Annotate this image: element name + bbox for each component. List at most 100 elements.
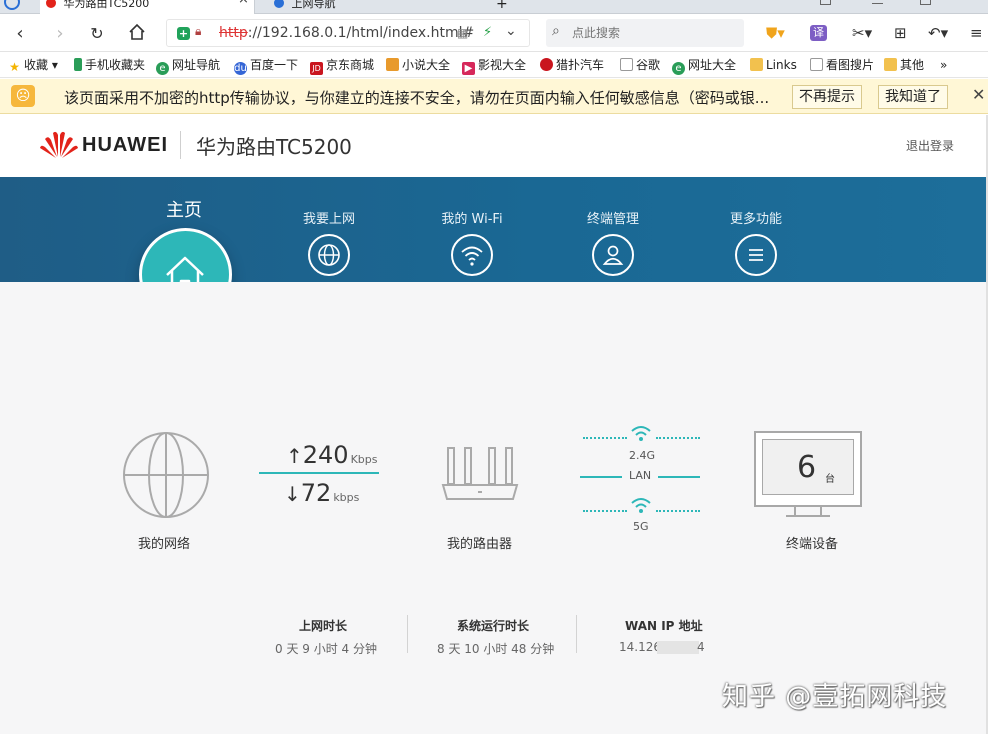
online-time-title: 上网时长 <box>299 619 348 633</box>
wifi-icon <box>451 234 493 276</box>
stats-divider <box>576 615 577 653</box>
jd-icon: JD <box>310 62 323 75</box>
bookmark-item[interactable]: Links <box>750 57 797 73</box>
speed-mode-icon[interactable]: ⚡ <box>483 25 492 40</box>
speed-divider <box>259 472 379 474</box>
menu-icon[interactable]: ≡ <box>970 24 983 42</box>
folder-icon <box>884 58 897 71</box>
upload-arrow-icon: ↑ <box>286 444 303 468</box>
bookmark-item[interactable]: e 网址大全 <box>672 57 736 75</box>
router-device-icon[interactable] <box>441 445 519 501</box>
url-text[interactable]: http://192.168.0.1/html/index.html# <box>219 25 474 41</box>
nav-favicon-icon <box>274 0 284 8</box>
bookmark-item[interactable]: e 网址导航 <box>156 57 220 75</box>
address-toolbar: ‹ › ↻ + 🔒︎ http://192.168.0.1/html/index… <box>0 14 988 52</box>
minimize-window-icon[interactable] <box>872 3 883 4</box>
close-icon[interactable]: ✕ <box>972 85 985 104</box>
brand-name: HUAWEI <box>82 134 168 156</box>
warning-face-icon: ☹ <box>11 85 35 107</box>
lan-link-right <box>658 476 700 478</box>
insecure-lock-icon: 🔒︎ <box>195 24 202 38</box>
bookmark-item[interactable]: 手机收藏夹 <box>74 57 145 73</box>
car-icon <box>540 58 553 71</box>
home-button[interactable] <box>126 23 148 45</box>
qr-code-icon[interactable]: ▦ <box>457 26 468 40</box>
restore-window-icon[interactable] <box>820 0 831 5</box>
url-dropdown-icon[interactable]: ⌄ <box>505 23 517 39</box>
undo-icon[interactable]: ↶▾ <box>928 24 948 42</box>
bookmark-item[interactable]: du 百度一下 <box>234 57 298 75</box>
upload-speed: ↑240 Kbps <box>286 441 378 469</box>
wifi-5g-icon <box>631 498 651 513</box>
stats-divider <box>407 615 408 653</box>
browser-window: 华为路由TC5200 × 上网导航 + ‹ › ↻ + 🔒︎ http://19… <box>0 0 988 734</box>
nav-devices[interactable]: 终端管理 <box>563 208 663 276</box>
nav-home-label: 主页 <box>166 200 202 221</box>
device-count-unit: 台 <box>825 474 835 485</box>
bookmark-item[interactable]: ▶ 影视大全 <box>462 57 526 75</box>
apps-grid-icon[interactable]: ⊞ <box>894 24 907 42</box>
monitor-screen: 6 台 <box>762 439 854 495</box>
my-router-label: 我的路由器 <box>447 537 513 552</box>
download-arrow-icon: ↓ <box>284 482 301 506</box>
forward-button[interactable]: › <box>49 23 71 45</box>
bookmark-favorites[interactable]: ★ 收藏 ▾ <box>8 57 58 74</box>
dont-show-again-button[interactable]: 不再提示 <box>792 85 862 109</box>
wifi-24g-icon <box>631 426 651 441</box>
page-icon <box>620 58 633 71</box>
header-divider <box>180 131 181 159</box>
huawei-favicon-icon <box>46 0 56 8</box>
got-it-button[interactable]: 我知道了 <box>878 85 948 109</box>
nav-wifi[interactable]: 我的 Wi-Fi <box>422 208 522 276</box>
security-extension-icon[interactable]: ⛊▾ <box>766 24 785 42</box>
bookmark-item[interactable]: 看图搜片 <box>810 57 874 73</box>
lan-label: LAN <box>629 469 652 482</box>
page-title: 华为路由TC5200 <box>196 135 352 159</box>
uptime-value: 8 天 10 小时 48 分钟 <box>437 642 555 656</box>
search-box: ⌕ <box>546 19 744 47</box>
tab-nav[interactable]: 上网导航 <box>268 0 488 14</box>
user-icon <box>592 234 634 276</box>
search-icon: ⌕ <box>552 23 560 39</box>
bookmark-item[interactable]: 猎扑汽车 <box>540 57 604 73</box>
device-count: 6 <box>797 450 817 485</box>
bookmarks-more-button[interactable]: » <box>940 57 947 73</box>
tab-router[interactable]: 华为路由TC5200 × <box>40 0 255 14</box>
logout-link[interactable]: 退出登录 <box>906 137 954 154</box>
wan-ip-title: WAN IP 地址 <box>625 619 703 633</box>
my-network-label: 我的网络 <box>138 537 191 552</box>
phone-icon <box>74 58 82 71</box>
nav-internet[interactable]: 我要上网 <box>279 208 379 276</box>
back-button[interactable]: ‹ <box>9 23 31 45</box>
globe-icon <box>308 234 350 276</box>
baidu-icon: du <box>234 62 247 75</box>
maximize-window-icon[interactable] <box>920 0 931 5</box>
wifi24-link-left <box>583 437 627 439</box>
url-bar[interactable]: + 🔒︎ http://192.168.0.1/html/index.html#… <box>166 19 530 47</box>
wifi24-link-right <box>656 437 700 439</box>
close-tab-icon[interactable]: × <box>238 0 249 6</box>
window-controls <box>820 0 988 14</box>
security-shield-icon: + <box>177 27 190 40</box>
globe-network-icon[interactable] <box>121 430 211 520</box>
screenshot-scissors-icon[interactable]: ✂▾ <box>852 24 872 42</box>
download-speed: ↓72 kbps <box>284 479 360 507</box>
bookmark-item[interactable]: JD 京东商城 <box>310 57 374 75</box>
wan-ip-value-start: 14.126 <box>619 640 661 654</box>
uptime-title: 系统运行时长 <box>457 619 530 633</box>
huawei-logo-icon <box>40 131 78 158</box>
menu-icon <box>735 234 777 276</box>
wan-ip-value-end: 4 <box>697 640 705 654</box>
tab-strip: 华为路由TC5200 × 上网导航 + <box>0 0 988 14</box>
devices-monitor-icon[interactable]: 6 台 <box>754 431 862 507</box>
nav-more[interactable]: 更多功能 <box>706 208 806 276</box>
bookmark-item[interactable]: 谷歌 <box>620 57 660 73</box>
new-tab-button[interactable]: + <box>496 0 510 14</box>
translate-icon[interactable]: 译 <box>810 25 827 41</box>
browser-logo-icon <box>4 0 20 10</box>
monitor-stand-base <box>786 515 830 517</box>
reload-button[interactable]: ↻ <box>86 23 108 45</box>
search-input[interactable] <box>572 24 732 42</box>
bookmark-item[interactable]: 其他 <box>884 57 924 73</box>
bookmark-item[interactable]: 小说大全 <box>386 57 450 73</box>
